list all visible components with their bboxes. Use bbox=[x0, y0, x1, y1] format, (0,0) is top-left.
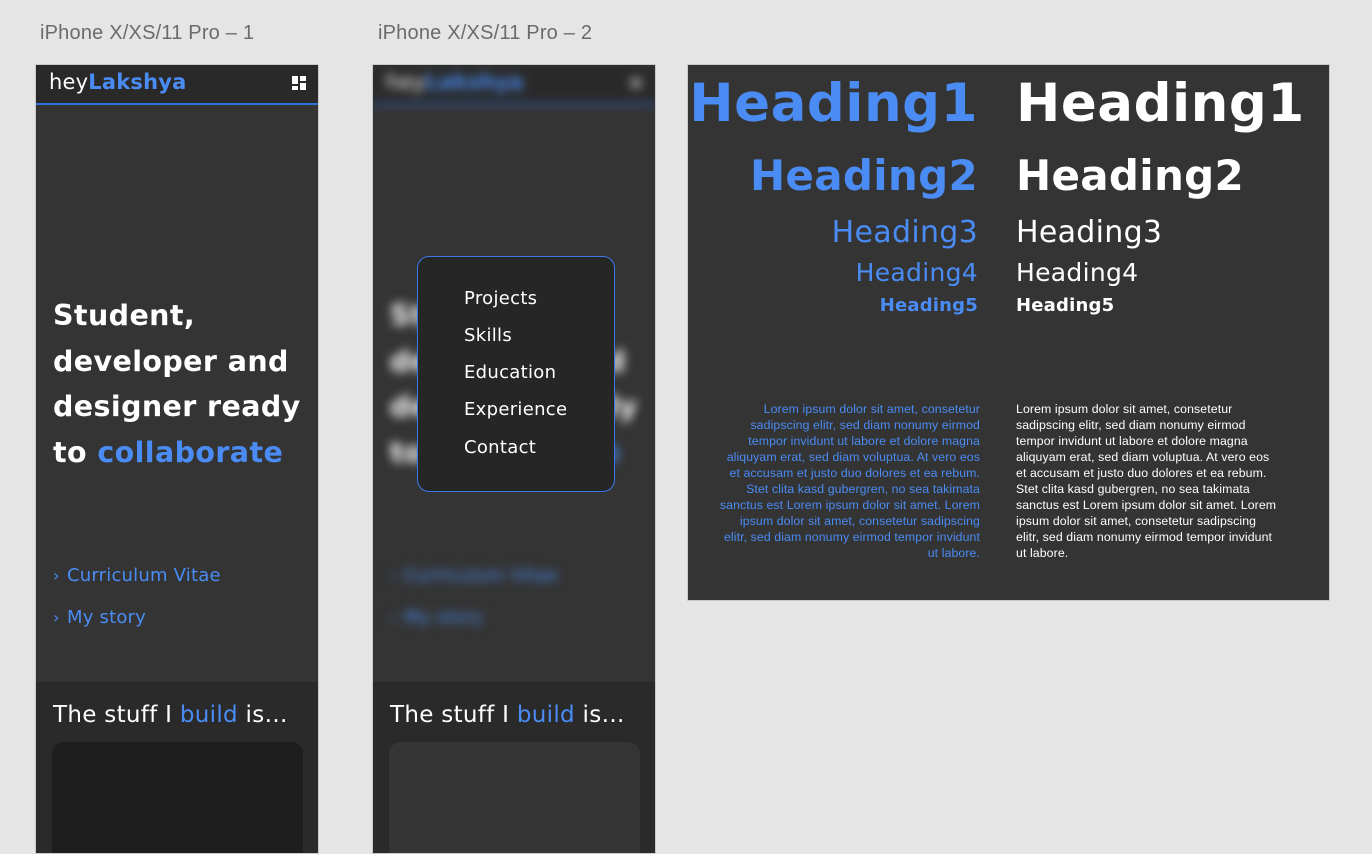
chevron-right-icon: › bbox=[53, 566, 60, 585]
heading4-white: Heading4 bbox=[1016, 258, 1139, 287]
menu-item-education[interactable]: Education bbox=[464, 362, 556, 383]
logo-name: Lakshya bbox=[425, 70, 524, 94]
typography-artboard: Heading1 Heading2 Heading3 Heading4 Head… bbox=[687, 64, 1330, 601]
phone-artboard-1: heyLakshya Student, developer and design… bbox=[35, 64, 319, 854]
project-card[interactable] bbox=[389, 742, 640, 853]
projects-section: The stuff I build is… bbox=[36, 682, 318, 853]
menu-item-projects[interactable]: Projects bbox=[464, 288, 537, 309]
menu-item-contact[interactable]: Contact bbox=[464, 437, 536, 458]
artboard-label-phone-1: iPhone X/XS/11 Pro – 1 bbox=[40, 22, 255, 44]
logo[interactable]: heyLakshya bbox=[49, 70, 187, 94]
dashboard-grid-icon[interactable] bbox=[292, 76, 306, 90]
menu-item-skills[interactable]: Skills bbox=[464, 325, 512, 346]
heading5-white: Heading5 bbox=[1016, 295, 1115, 316]
heading5-accent: Heading5 bbox=[879, 295, 978, 316]
logo-prefix: hey bbox=[49, 70, 89, 94]
chevron-right-icon: › bbox=[390, 566, 397, 585]
stuff-prefix: The stuff I bbox=[53, 702, 180, 728]
curriculum-vitae-label: Curriculum Vitae bbox=[404, 565, 558, 586]
curriculum-vitae-link[interactable]: › Curriculum Vitae bbox=[53, 565, 221, 586]
my-story-label: My story bbox=[67, 607, 147, 628]
hero-line-4: to collaborate bbox=[53, 430, 308, 476]
logo-prefix: hey bbox=[386, 70, 426, 94]
close-icon[interactable] bbox=[629, 76, 643, 90]
navbar: heyLakshya bbox=[36, 65, 318, 105]
hero-headline: Student, developer and designer ready to… bbox=[53, 293, 308, 475]
hero-line-1: Student, bbox=[53, 299, 196, 332]
hero-line-4-prefix: to bbox=[53, 435, 98, 469]
heading3-accent: Heading3 bbox=[831, 215, 978, 250]
chevron-right-icon: › bbox=[390, 608, 397, 627]
stuff-prefix: The stuff I bbox=[390, 702, 517, 728]
phone-artboard-2: heyLakshya Student, developer and design… bbox=[372, 64, 656, 854]
stuff-suffix: is… bbox=[237, 702, 288, 728]
projects-section-title: The stuff I build is… bbox=[390, 702, 625, 728]
body-text-accent: Lorem ipsum dolor sit amet, consetetur s… bbox=[719, 402, 980, 560]
menu-item-experience[interactable]: Experience bbox=[464, 399, 567, 420]
stuff-accent: build bbox=[179, 702, 238, 728]
stuff-accent: build bbox=[516, 702, 575, 728]
heading3-white: Heading3 bbox=[1016, 215, 1163, 250]
projects-section-title: The stuff I build is… bbox=[53, 702, 288, 728]
project-card[interactable] bbox=[52, 742, 303, 853]
my-story-label: My story bbox=[404, 607, 484, 628]
navigation-menu-popup: Projects Skills Education Experience Con… bbox=[417, 256, 615, 492]
heading2-accent: Heading2 bbox=[749, 151, 978, 200]
logo: heyLakshya bbox=[386, 70, 524, 94]
heading4-accent: Heading4 bbox=[855, 258, 978, 287]
curriculum-vitae-label: Curriculum Vitae bbox=[67, 565, 221, 586]
hero-accent-word: collaborate bbox=[97, 435, 284, 469]
logo-name: Lakshya bbox=[88, 70, 187, 94]
artboard-label-phone-2: iPhone X/XS/11 Pro – 2 bbox=[378, 22, 593, 44]
chevron-right-icon: › bbox=[53, 608, 60, 627]
projects-section: The stuff I build is… bbox=[373, 682, 655, 853]
hero-line-3: designer ready bbox=[53, 390, 301, 423]
my-story-link[interactable]: › My story bbox=[53, 607, 146, 628]
heading2-white: Heading2 bbox=[1016, 151, 1245, 200]
heading1-white: Heading1 bbox=[1016, 73, 1305, 134]
body-text-white: Lorem ipsum dolor sit amet, consetetur s… bbox=[1016, 402, 1277, 560]
curriculum-vitae-link: › Curriculum Vitae bbox=[390, 565, 558, 586]
stuff-suffix: is… bbox=[574, 702, 625, 728]
my-story-link: › My story bbox=[390, 607, 483, 628]
heading1-accent: Heading1 bbox=[689, 73, 978, 134]
navbar: heyLakshya bbox=[373, 65, 655, 105]
hero-line-2: developer and bbox=[53, 344, 289, 378]
